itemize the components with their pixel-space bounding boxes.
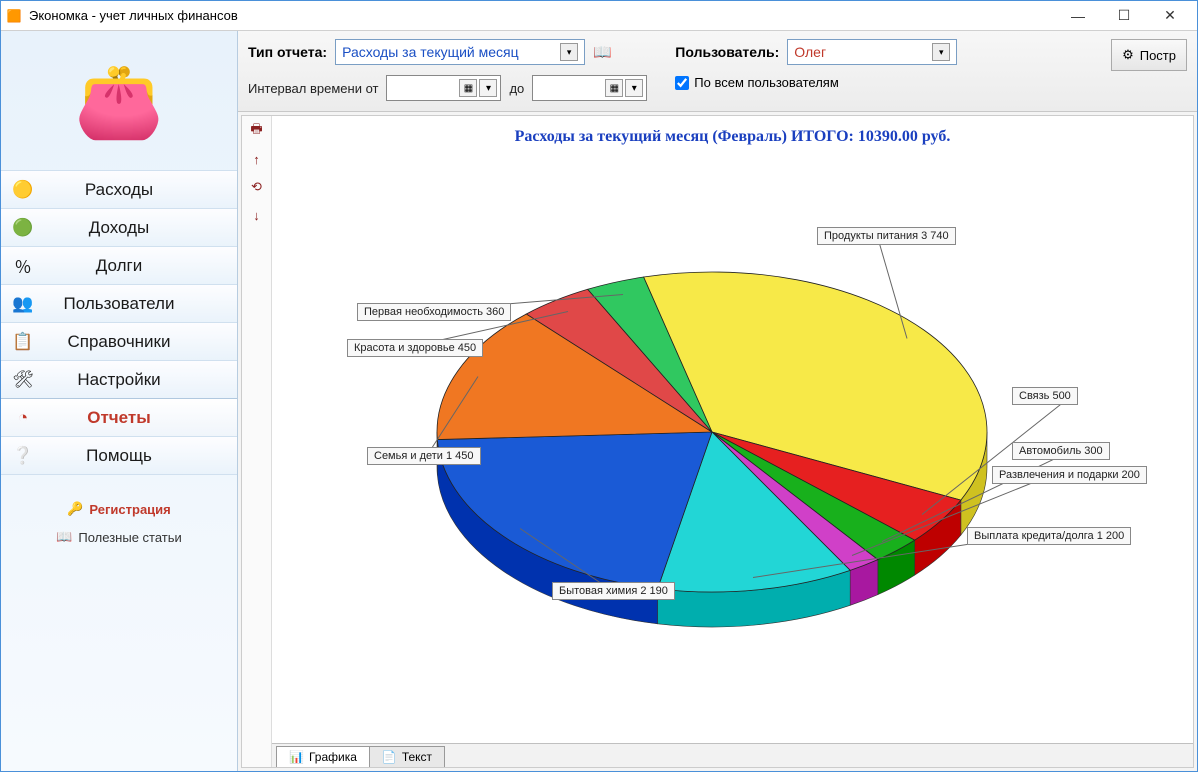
chevron-down-icon: ▾ bbox=[932, 43, 950, 61]
tab-text[interactable]: 📄 Текст bbox=[369, 746, 445, 767]
sidebar-item-label: Отчеты bbox=[87, 408, 151, 428]
users-icon: 👥 bbox=[11, 292, 35, 316]
app-icon: 🟧 bbox=[5, 7, 23, 25]
build-report-button[interactable]: ⚙ Постр bbox=[1111, 39, 1187, 71]
help-icon: ❔ bbox=[11, 444, 35, 468]
main-area: Тип отчета: Расходы за текущий месяц ▾ 📖… bbox=[238, 31, 1197, 771]
all-users-checkbox[interactable]: По всем пользователям bbox=[675, 75, 957, 90]
report-content: Расходы за текущий месяц (Февраль) ИТОГО… bbox=[272, 116, 1193, 767]
articles-link[interactable]: 📖 Полезные статьи bbox=[1, 523, 237, 551]
sidebar-item-label: Настройки bbox=[77, 370, 160, 390]
sidebar-item-label: Расходы bbox=[85, 180, 153, 200]
calendar-icon: ▦ bbox=[605, 79, 623, 97]
maximize-button[interactable]: ☐ bbox=[1101, 2, 1147, 30]
close-button[interactable]: ✕ bbox=[1147, 2, 1193, 30]
date-to-input[interactable]: ▦ ▾ bbox=[532, 75, 647, 101]
sidebar-item-label: Доходы bbox=[89, 218, 150, 238]
notebook-icon: 📋 bbox=[11, 330, 35, 354]
sidebar-item-0[interactable]: 🟡 Расходы bbox=[1, 170, 237, 209]
sidebar: 👛 🟡 Расходы 🟢 Доходы ％ Долги 👥 Пользователи 📋 Спр… bbox=[1, 31, 238, 771]
coins-green-icon: 🟢 bbox=[11, 216, 35, 240]
book-icon: 📖 bbox=[56, 529, 72, 545]
chart-slice-label: Семья и дети 1 450 bbox=[367, 447, 481, 465]
app-logo: 👛 bbox=[1, 31, 237, 171]
toolbar: Тип отчета: Расходы за текущий месяц ▾ 📖… bbox=[238, 31, 1197, 112]
interval-to-label: до bbox=[509, 81, 524, 96]
sidebar-item-2[interactable]: ％ Долги bbox=[1, 246, 237, 285]
sidebar-item-6[interactable]: ◔ Отчеты bbox=[1, 398, 237, 437]
chart-slice-label: Выплата кредита/долга 1 200 bbox=[967, 527, 1131, 545]
chart-slice-label: Продукты питания 3 740 bbox=[817, 227, 956, 245]
user-select[interactable]: Олег ▾ bbox=[787, 39, 957, 65]
sidebar-item-label: Пользователи bbox=[64, 294, 175, 314]
report-tools: 🖶 ↑ ⟲ ↓ bbox=[242, 116, 272, 767]
titlebar: 🟧 Экономка - учет личных финансов — ☐ ✕ bbox=[1, 1, 1197, 31]
window-title: Экономка - учет личных финансов bbox=[29, 8, 1055, 23]
percent-icon: ％ bbox=[11, 254, 35, 278]
report-type-label: Тип отчета: bbox=[248, 44, 327, 60]
chart-slice-label: Бытовая химия 2 190 bbox=[552, 582, 675, 600]
minimize-button[interactable]: — bbox=[1055, 2, 1101, 30]
chart-slice-label: Красота и здоровье 450 bbox=[347, 339, 483, 357]
date-from-input[interactable]: ▦ ▾ bbox=[386, 75, 501, 101]
sidebar-item-5[interactable]: 🛠 Настройки bbox=[1, 360, 237, 399]
registration-link[interactable]: 🔑 Регистрация bbox=[1, 495, 237, 523]
sidebar-item-4[interactable]: 📋 Справочники bbox=[1, 322, 237, 361]
chart-icon: 📊 bbox=[289, 750, 304, 764]
sidebar-item-1[interactable]: 🟢 Доходы bbox=[1, 208, 237, 247]
sidebar-item-label: Помощь bbox=[86, 446, 152, 466]
arrow-down-icon[interactable]: ↓ bbox=[248, 206, 266, 224]
zoom-icon[interactable]: ⟲ bbox=[248, 178, 266, 196]
tab-graphics[interactable]: 📊 Графика bbox=[276, 746, 370, 767]
tools-icon: 🛠 bbox=[11, 368, 35, 392]
chart-title: Расходы за текущий месяц (Февраль) ИТОГО… bbox=[272, 116, 1193, 152]
report-tabs: 📊 Графика 📄 Текст bbox=[272, 743, 1193, 767]
interval-from-label: Интервал времени от bbox=[248, 81, 378, 96]
report-panel: 🖶 ↑ ⟲ ↓ Расходы за текущий месяц (Феврал… bbox=[241, 115, 1194, 768]
articles-label: Полезные статьи bbox=[78, 530, 181, 545]
all-users-checkbox-input[interactable] bbox=[675, 76, 689, 90]
build-report-label: Постр bbox=[1140, 48, 1176, 63]
sidebar-item-3[interactable]: 👥 Пользователи bbox=[1, 284, 237, 323]
chart-slice-label: Автомобиль 300 bbox=[1012, 442, 1110, 460]
user-value: Олег bbox=[794, 44, 932, 60]
window-controls: — ☐ ✕ bbox=[1055, 2, 1193, 30]
user-label: Пользователь: bbox=[675, 44, 779, 60]
app-window: 🟧 Экономка - учет личных финансов — ☐ ✕ … bbox=[0, 0, 1198, 772]
calendar-icon: ▦ bbox=[459, 79, 477, 97]
chevron-down-icon: ▾ bbox=[625, 79, 643, 97]
chart-slice-label: Первая необходимость 360 bbox=[357, 303, 511, 321]
sidebar-item-7[interactable]: ❔ Помощь bbox=[1, 436, 237, 475]
arrow-up-icon[interactable]: ↑ bbox=[248, 150, 266, 168]
registration-label: Регистрация bbox=[89, 502, 170, 517]
report-type-value: Расходы за текущий месяц bbox=[342, 44, 560, 60]
gear-icon: ⚙ bbox=[1122, 47, 1134, 63]
key-icon: 🔑 bbox=[67, 501, 83, 517]
tab-text-label: Текст bbox=[402, 750, 432, 764]
sidebar-item-label: Справочники bbox=[68, 332, 171, 352]
coins-red-icon: 🟡 bbox=[11, 178, 35, 202]
chevron-down-icon: ▾ bbox=[479, 79, 497, 97]
text-icon: 📄 bbox=[382, 750, 397, 764]
tab-graphics-label: Графика bbox=[309, 750, 357, 764]
report-type-select[interactable]: Расходы за текущий месяц ▾ bbox=[335, 39, 585, 65]
chart-slice-label: Связь 500 bbox=[1012, 387, 1078, 405]
piechart-icon: ◔ bbox=[11, 406, 35, 430]
pie-chart: Продукты питания 3 740 Связь 500 Автомобил… bbox=[272, 152, 1193, 743]
chart-slice-label: Развлечения и подарки 200 bbox=[992, 466, 1147, 484]
print-icon[interactable]: 🖶 bbox=[248, 122, 266, 140]
sidebar-item-label: Долги bbox=[96, 256, 142, 276]
catalog-icon[interactable]: 📖 bbox=[593, 43, 612, 61]
all-users-label: По всем пользователям bbox=[694, 75, 839, 90]
chevron-down-icon: ▾ bbox=[560, 43, 578, 61]
sidebar-extra-links: 🔑 Регистрация 📖 Полезные статьи bbox=[1, 475, 237, 571]
